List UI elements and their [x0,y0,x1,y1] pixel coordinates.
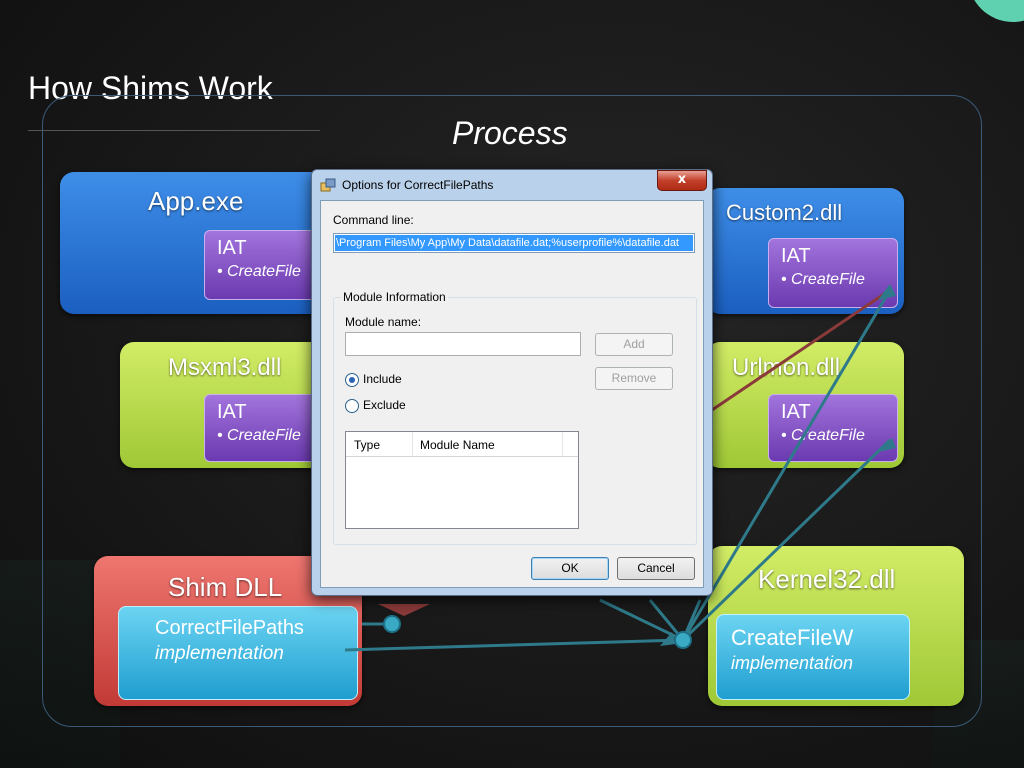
iat-item: • CreateFile [217,263,301,280]
app-exe-title: App.exe [148,186,244,216]
iat-item: • CreateFile [781,427,865,444]
urlmon-dll-title: Urlmon.dll [732,354,841,381]
cancel-button[interactable]: Cancel [617,557,695,580]
module-list[interactable]: Type Module Name [345,431,579,529]
urlmon-dll-panel: Urlmon.dll IAT • CreateFile [706,342,904,468]
iat-title: IAT [217,401,247,423]
module-list-header: Type Module Name [346,432,578,457]
options-dialog: Options for CorrectFilePaths x Command l… [311,169,713,596]
correctfilepaths-sub: implementation [155,643,284,664]
createfilew-box: CreateFileW implementation [716,614,910,700]
include-label[interactable]: Include [363,372,402,386]
dialog-body: Command line: \Program Files\My App\My D… [320,200,704,588]
include-radio[interactable] [345,373,359,387]
createfilew-sub: implementation [731,653,854,673]
add-button[interactable]: Add [595,333,673,356]
urlmon-dll-iat: IAT • CreateFile [768,394,898,462]
command-line-label: Command line: [333,213,414,227]
createfilew-title: CreateFileW [731,625,854,650]
msxml3-dll-title: Msxml3.dll [168,354,282,381]
custom2-dll-title: Custom2.dll [726,200,843,225]
app-compat-icon [320,178,336,192]
ok-button[interactable]: OK [531,557,609,580]
command-line-input[interactable]: \Program Files\My App\My Data\datafile.d… [333,233,695,253]
close-button[interactable]: x [657,170,707,191]
custom2-dll-panel: Custom2.dll IAT • CreateFile [706,188,904,314]
correctfilepaths-title: CorrectFilePaths [155,617,304,639]
iat-title: IAT [217,237,247,259]
column-divider[interactable] [562,432,563,456]
iat-title: IAT [781,245,811,267]
remove-button[interactable]: Remove [595,367,673,390]
kernel32-dll-panel: Kernel32.dll CreateFileW implementation [708,546,964,706]
process-label: Process [452,115,568,151]
column-type[interactable]: Type [354,438,380,452]
shim-dll-title: Shim DLL [168,572,283,602]
dialog-titlebar[interactable]: Options for CorrectFilePaths x [312,170,712,200]
custom2-dll-iat: IAT • CreateFile [768,238,898,308]
module-info-legend: Module Information [341,290,448,304]
correctfilepaths-box: CorrectFilePaths implementation [118,606,358,700]
column-divider[interactable] [412,432,413,456]
dialog-title: Options for CorrectFilePaths [342,178,494,192]
module-name-input[interactable] [345,332,581,356]
module-name-label: Module name: [345,315,422,329]
command-line-value: \Program Files\My App\My Data\datafile.d… [335,235,693,251]
iat-item: • CreateFile [781,271,865,288]
iat-title: IAT [781,401,811,423]
kernel32-dll-title: Kernel32.dll [758,564,896,594]
exclude-radio[interactable] [345,399,359,413]
iat-item: • CreateFile [217,427,301,444]
exclude-label[interactable]: Exclude [363,398,406,412]
column-module-name[interactable]: Module Name [420,438,495,452]
